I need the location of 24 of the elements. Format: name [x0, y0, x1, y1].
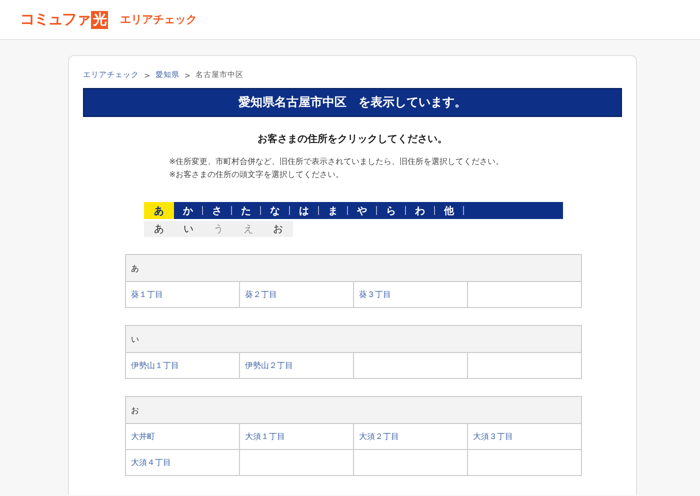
- site-subtitle: エリアチェック: [120, 12, 197, 27]
- logo-text: コミュファ: [20, 10, 90, 29]
- address-link[interactable]: 大須３丁目: [473, 432, 513, 441]
- section-heading: お: [126, 396, 582, 424]
- address-link[interactable]: 葵３丁目: [359, 290, 391, 299]
- address-link[interactable]: 大須２丁目: [359, 432, 399, 441]
- address-link[interactable]: 伊勢山１丁目: [131, 361, 179, 370]
- kana-filter[interactable]: あ: [144, 221, 174, 237]
- address-link[interactable]: 葵１丁目: [131, 290, 163, 299]
- address-link[interactable]: 伊勢山２丁目: [245, 361, 293, 370]
- address-link[interactable]: 大井町: [131, 432, 155, 441]
- instruction-text: お客さまの住所をクリックしてください。: [256, 132, 448, 146]
- address-link[interactable]: 大須４丁目: [131, 458, 171, 467]
- section-heading: い: [126, 326, 582, 352]
- logo-mark: 光: [91, 10, 108, 28]
- section-heading: あ: [126, 254, 582, 282]
- note-text: ※お客さまの住所の頭文字を選択してください。: [169, 169, 344, 181]
- kana-filter[interactable]: お: [263, 221, 293, 237]
- page-title: 愛知県名古屋市中区 を表示しています。: [83, 88, 622, 117]
- kana-tab[interactable]: あ: [144, 202, 174, 219]
- note-text: ※住所変更、市町村合併など、旧住所で表示されていましたら、旧住所を選択してください。: [169, 156, 504, 168]
- kana-filter[interactable]: い: [174, 221, 204, 237]
- address-link[interactable]: 大須１丁目: [245, 432, 285, 441]
- address-link[interactable]: 葵２丁目: [245, 290, 277, 299]
